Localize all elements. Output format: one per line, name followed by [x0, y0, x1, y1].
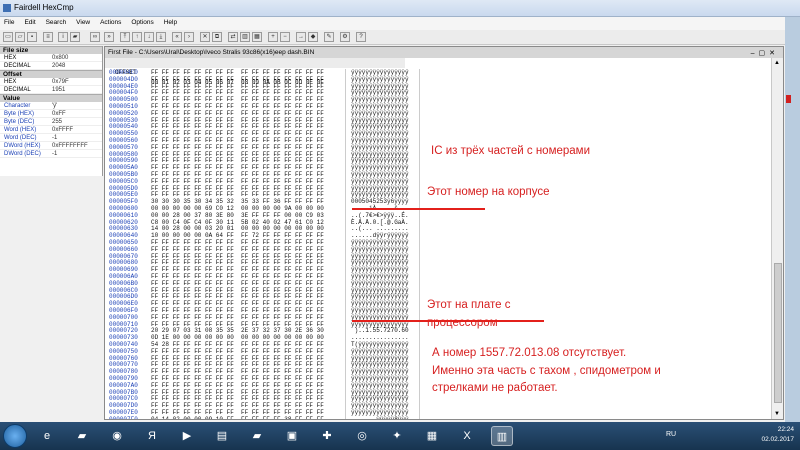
menu-actions[interactable]: Actions [96, 17, 125, 28]
winrar-icon[interactable]: ▤ [211, 426, 233, 446]
scroll-thumb[interactable] [774, 263, 782, 403]
scroll-down-icon[interactable]: ▼ [774, 411, 780, 417]
value-char: Character'ÿ' [0, 102, 102, 110]
settings-icon[interactable]: ⚙ [340, 32, 350, 42]
folder-icon[interactable]: ▰ [70, 32, 80, 42]
hex-window-title: First File - C:\Users\Ural\Desktop\Iveco… [105, 47, 783, 58]
window-title: Fairdell HexCmp [14, 3, 74, 12]
plus-tool-icon[interactable]: ✚ [316, 426, 338, 446]
yandex-icon[interactable]: Я [141, 426, 163, 446]
offset-header: Offset [0, 70, 102, 78]
annotation-ic: IC из трёх частей с номерами [431, 145, 590, 157]
first-diff-icon[interactable]: ⤒ [120, 32, 130, 42]
files-icon[interactable]: ▣ [281, 426, 303, 446]
offset-hex: HEX 0x79F [0, 78, 102, 86]
info-icon[interactable]: i [58, 32, 68, 42]
row-address: 000007F0 [109, 416, 138, 419]
value-header: Value [0, 94, 102, 102]
value-dword-hex: DWord (HEX) 0xFFFFFFFF [0, 142, 102, 150]
menu-help[interactable]: Help [160, 17, 181, 28]
save-icon[interactable]: ▪ [27, 32, 37, 42]
media-player-icon[interactable]: ▶ [176, 426, 198, 446]
row-hex-bytes: 04 14 02 00 00 09 10 FF FF FF FF FF 38 F… [151, 416, 324, 419]
layout-icon[interactable]: ▦ [252, 32, 262, 42]
taskbar: e ▰ ◉ Я ▶ ▤ ▰ ▣ ✚ ◎ ✦ ▦ X ▥ RU 22:24 02.02.2017 [0, 422, 800, 450]
menu-edit[interactable]: Edit [20, 17, 39, 28]
clock-date: 02.02.2017 [761, 436, 794, 443]
maximize-icon[interactable]: ▢ [759, 50, 770, 57]
menu-options[interactable]: Options [127, 17, 157, 28]
hexcmp-window: Fairdell HexCmp File Edit Search View Ac… [0, 0, 800, 422]
minimize-icon[interactable]: – [751, 50, 759, 57]
copy-icon[interactable]: ⧉ [212, 32, 222, 42]
hex-header: OFFSET 00 01 02 03 04 05 06 07 08 09 0A … [105, 58, 405, 86]
file-size-dec: DECIMAL 2048 [0, 62, 102, 70]
merge-right-icon[interactable]: › [184, 32, 194, 42]
next-diff-icon[interactable]: ↓ [144, 32, 154, 42]
sync-icon[interactable]: ⇄ [228, 32, 238, 42]
open-folder-icon[interactable]: ▱ [15, 32, 25, 42]
calc-icon[interactable]: ▦ [421, 426, 443, 446]
folder-icon[interactable]: ▰ [246, 426, 268, 446]
folder-icon[interactable]: ▰ [71, 426, 93, 446]
prev-diff-icon[interactable]: ↑ [132, 32, 142, 42]
zoom-out-icon[interactable]: − [280, 32, 290, 42]
desktop-strip [785, 17, 800, 422]
menu-file[interactable]: File [0, 17, 18, 28]
split-icon[interactable]: ▥ [240, 32, 250, 42]
toolbar: ▭ ▱ ▪ ≡ i ▰ ∞ » ⤒ ↑ ↓ ⤓ « › ✕ ⧉ ⇄ ▥ ▦ + … [0, 30, 800, 45]
menu-view[interactable]: View [72, 17, 94, 28]
start-button[interactable] [3, 424, 27, 448]
value-dword-dec: DWord (DEC) -1 [0, 150, 102, 158]
close-icon[interactable]: ✕ [769, 50, 779, 57]
ie-icon[interactable]: e [36, 426, 58, 446]
annotation-missing-2: Именно эта часть с тахом , спидометром и [432, 365, 661, 377]
open-icon[interactable]: ▭ [3, 32, 13, 42]
file-size-header: File size [0, 46, 102, 54]
goto-icon[interactable]: → [296, 32, 306, 42]
annotation-body: Этот номер на корпусе [427, 186, 550, 198]
value-word-dec: Word (DEC) -1 [0, 134, 102, 142]
value-byte-hex: Byte (HEX) 0xFF [0, 110, 102, 118]
title-bar: Fairdell HexCmp [0, 0, 800, 17]
menu-search[interactable]: Search [42, 17, 71, 28]
file-size-hex: HEX 0x800 [0, 54, 102, 62]
annotation-board-2: процессором [427, 317, 498, 329]
offset-dec: DECIMAL 1951 [0, 86, 102, 94]
zoom-in-icon[interactable]: + [268, 32, 278, 42]
value-byte-dec: Byte (DEC) 255 [0, 118, 102, 126]
annotation-missing-1: А номер 1557.72.013.08 отсутствует. [432, 347, 627, 359]
hexcmp-icon[interactable]: ▥ [491, 426, 513, 446]
merge-left-icon[interactable]: « [172, 32, 182, 42]
hex-view-window: First File - C:\Users\Ural\Desktop\Iveco… [104, 46, 784, 420]
annotation-missing-3: стрелками не работает. [432, 382, 558, 394]
edit-icon[interactable]: ✎ [324, 32, 334, 42]
cut-icon[interactable]: ✕ [200, 32, 210, 42]
vertical-scrollbar[interactable]: ▲ ▼ [771, 58, 783, 419]
bird-app-icon[interactable]: ✦ [386, 426, 408, 446]
file-path: First File - C:\Users\Ural\Desktop\Iveco… [108, 49, 315, 56]
language-indicator[interactable]: RU [666, 431, 676, 438]
bookmark-icon[interactable]: ◆ [308, 32, 318, 42]
system-clock[interactable]: 22:24 02.02.2017 [761, 425, 794, 445]
annotation-board-1: Этот на плате с [427, 299, 511, 311]
underline-body [352, 208, 485, 210]
row-ascii: .......ÿÿÿÿÿ8ÿÿÿ [351, 416, 409, 419]
underline-board [352, 320, 544, 322]
clock-time: 22:24 [777, 426, 794, 433]
binoculars-icon[interactable]: ∞ [90, 32, 100, 42]
app-icon [3, 4, 11, 12]
scroll-up-icon[interactable]: ▲ [774, 60, 780, 66]
find-next-icon[interactable]: » [104, 32, 114, 42]
desktop-marker [786, 95, 791, 103]
compare-icon[interactable]: ≡ [43, 32, 53, 42]
help-icon[interactable]: ? [356, 32, 366, 42]
firefox-icon[interactable]: ◉ [106, 426, 128, 446]
excel-icon[interactable]: X [456, 426, 478, 446]
last-diff-icon[interactable]: ⤓ [156, 32, 166, 42]
menu-bar: File Edit Search View Actions Options He… [0, 17, 800, 30]
disc-icon[interactable]: ◎ [351, 426, 373, 446]
info-panel: File size HEX 0x800 DECIMAL 2048 Offset HE… [0, 46, 103, 176]
value-word-hex: Word (HEX) 0xFFFF [0, 126, 102, 134]
